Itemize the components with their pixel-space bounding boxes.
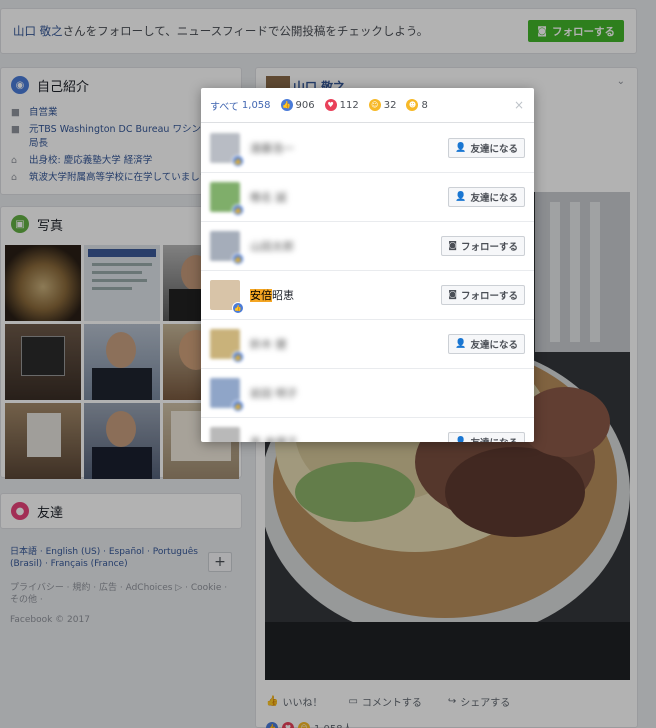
like-icon: 👍 [232, 155, 244, 167]
add-friend-button[interactable]: 👤友達になる [448, 334, 525, 354]
name-highlight: 安倍 [250, 289, 272, 302]
add-friend-button[interactable]: 👤友達になる [448, 138, 525, 158]
close-icon[interactable]: × [514, 98, 524, 112]
tab-like[interactable]: 👍 906 [280, 99, 315, 111]
like-icon: 👍 [232, 204, 244, 216]
reaction-row: 👍 鈴木 健 👤 友達になる [201, 320, 534, 369]
user-name[interactable]: 山田太郎 [250, 238, 441, 254]
name-rest: 昭恵 [272, 289, 294, 302]
add-friend-icon: 👤 [455, 339, 467, 349]
love-icon: ♥ [324, 99, 337, 111]
tab-haha[interactable]: ☻ 8 [406, 99, 428, 111]
wow-icon: ☺ [368, 99, 381, 111]
tab-all[interactable]: すべて 1,058 [210, 98, 271, 113]
add-friend-button[interactable]: 👤友達になる [448, 187, 525, 207]
reaction-tabs: すべて 1,058 👍 906 ♥ 112 ☺ 32 ☻ 8 [201, 88, 534, 123]
add-friend-icon: 👤 [455, 192, 467, 202]
rss-icon: ◙ [448, 241, 457, 251]
user-avatar[interactable]: 👍 [210, 133, 244, 167]
add-friend-icon: 👤 [455, 143, 467, 153]
reaction-count: 906 [295, 99, 315, 111]
user-name[interactable]: 遠藤浩一 [250, 140, 448, 156]
add-friend-icon: 👤 [455, 437, 467, 442]
reaction-row: 👍 岩田 明子 [201, 369, 534, 418]
user-avatar[interactable]: 👍 [210, 378, 244, 412]
reaction-row: 👍 山田太郎 ◙ フォローする [201, 222, 534, 271]
user-avatar[interactable]: 👍 [210, 182, 244, 216]
reaction-row: 👍 高 倉健子👤友達になる [201, 418, 534, 442]
reaction-row: 👍 椎名 誠 👤 友達になる [201, 173, 534, 222]
like-icon: 👍 [232, 400, 244, 412]
user-name[interactable]: 安倍昭恵 [250, 287, 441, 303]
tab-love[interactable]: ♥ 112 [324, 99, 359, 111]
like-icon: 👍 [280, 99, 293, 111]
user-avatar[interactable]: 👍 [210, 231, 244, 265]
reactions-dialog: すべて 1,058 👍 906 ♥ 112 ☺ 32 ☻ 8 × 👍 遠藤浩一 👤 友達になる 👍 椎名… [201, 88, 534, 442]
user-avatar[interactable]: 👍 [210, 329, 244, 363]
follow-button[interactable]: ◙ フォローする [441, 285, 525, 305]
tab-wow[interactable]: ☺ 32 [368, 99, 397, 111]
reaction-row: 👍 遠藤浩一 👤 友達になる [201, 124, 534, 173]
like-icon: 👍 [232, 302, 244, 314]
follow-button[interactable]: ◙ フォローする [441, 236, 525, 256]
add-friend-button[interactable]: 👤友達になる [448, 432, 525, 442]
like-icon: 👍 [232, 351, 244, 363]
reaction-count: 32 [383, 99, 397, 111]
reaction-count: 112 [339, 99, 359, 111]
user-name[interactable]: 高 倉健子 [250, 434, 448, 442]
user-name[interactable]: 鈴木 健 [250, 336, 448, 352]
user-avatar[interactable]: 👍 [210, 280, 244, 314]
reaction-count: 8 [421, 99, 428, 111]
user-name[interactable]: 岩田 明子 [250, 385, 525, 401]
reaction-list: 👍 遠藤浩一 👤 友達になる 👍 椎名 誠 👤 友達になる 👍 山田太郎 ◙ フォローする 👍 安倍昭恵 ◙… [201, 124, 534, 442]
user-name[interactable]: 椎名 誠 [250, 189, 448, 205]
like-icon: 👍 [232, 253, 244, 265]
haha-icon: ☻ [406, 99, 419, 111]
rss-icon: ◙ [448, 290, 457, 300]
user-avatar[interactable]: 👍 [210, 427, 240, 442]
reaction-row: 👍 安倍昭恵 ◙ フォローする [201, 271, 534, 320]
